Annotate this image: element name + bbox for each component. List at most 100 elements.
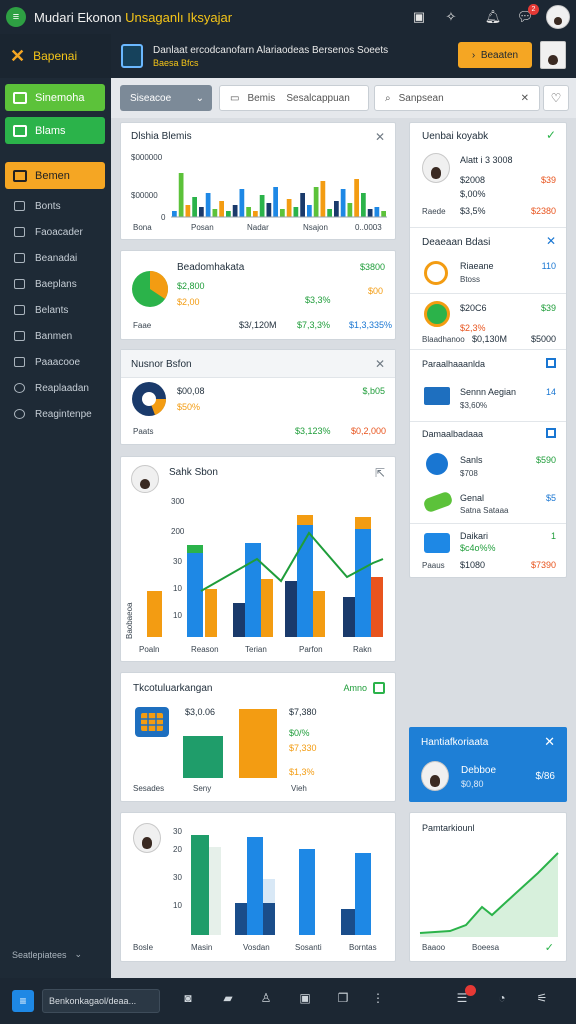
sidebar-button-secondary[interactable]: Blams [5, 117, 105, 144]
sidebar-item-5[interactable]: Banmen [0, 323, 111, 349]
sidebar-item-1[interactable]: Faoacader [0, 219, 111, 245]
close-icon[interactable]: ✕ [375, 130, 385, 144]
taskbar-search[interactable]: Benkonkagaol/deaa... [42, 989, 160, 1013]
value-pct1: $0/% [289, 728, 310, 738]
link-icon [14, 279, 25, 289]
card-bar-chart-1: Dlshia Blemis ✕ $000000 $00000 0 Bona Po… [120, 122, 396, 240]
card-title: Dlshia Blemis [131, 131, 192, 142]
x-label: Bona [133, 223, 152, 232]
card-icon [13, 124, 27, 137]
sidebar-item-2[interactable]: Beanadai [0, 245, 111, 271]
camera-icon[interactable]: ◙ [178, 988, 198, 1008]
value-top: $7,380 [289, 707, 317, 717]
filter-select[interactable]: Siseacoe ⌄ [120, 85, 212, 111]
share-icon[interactable]: ⇱ [375, 466, 385, 480]
settings-icon[interactable]: ⚟ [532, 988, 552, 1008]
sidebar-item-0[interactable]: Bonts [0, 193, 111, 219]
footer-label: Paaus [422, 561, 445, 570]
person-icon[interactable]: ♙ [256, 988, 276, 1008]
sidebar-item-8[interactable]: Reagintenpe [0, 401, 111, 427]
sparkle-icon[interactable]: ✧ [440, 6, 462, 28]
row-sub: Satna Sataaa [460, 506, 509, 515]
screen-icon[interactable]: ▣ [408, 6, 430, 28]
sidebar-item-4[interactable]: Belants [0, 297, 111, 323]
bar-mark [172, 211, 177, 217]
bar-mark [185, 205, 191, 217]
sidebar-footer[interactable]: Seatlepiatees ⌄ [12, 949, 82, 960]
bar-mark [307, 205, 312, 217]
header-avatar[interactable] [540, 41, 566, 69]
filter-input-date[interactable]: ▭ Bemis Sesalcappuan [219, 85, 369, 111]
user-avatar[interactable] [546, 5, 570, 29]
footer-value: $3/,120M [239, 320, 277, 330]
x-label: Seny [193, 784, 212, 793]
checkbox-icon[interactable] [373, 682, 385, 694]
footer-value: $1,3,335% [349, 320, 393, 330]
sidebar-item-6[interactable]: Paaacooe [0, 349, 111, 375]
sidebar-button-active[interactable]: Bemen [5, 162, 105, 189]
check-circle-icon[interactable]: ✓ [545, 941, 554, 954]
close-icon[interactable]: ✕ [544, 734, 555, 750]
card-pie-summary: Beadomhakata $3800 $2,800 $2,00 $3,3% $0… [120, 250, 396, 340]
card-title: Beadomhakata [177, 262, 245, 273]
footer-label: Paats [133, 427, 154, 436]
x-label: Sosanti [295, 943, 322, 952]
sidebar-item-7[interactable]: Reaplaadan [0, 375, 111, 401]
bar-mark [340, 189, 346, 217]
y-tick: $000000 [131, 153, 163, 162]
row-sub: $3,60% [460, 401, 488, 410]
sidebar-brand[interactable]: ✕ Bapenai [0, 34, 111, 78]
bar-mark [187, 545, 203, 553]
check-icon[interactable]: ✓ [546, 128, 556, 142]
inbox-icon[interactable]: ☰ [452, 985, 476, 1008]
message-icon[interactable]: ▰ [218, 988, 238, 1008]
bar-mark [183, 736, 223, 778]
popup-sub: $0,80 [461, 779, 484, 789]
card-area-chart: Pamtarkiounl Baaoo Boeesa ✓ [409, 812, 567, 962]
notification-popup[interactable]: Hantiafkoriaata ✕ Debboe $0,80 $/86 [409, 727, 567, 802]
x-label: 0..0003 [355, 223, 382, 232]
bell-icon[interactable]: 🔔︎ [482, 6, 504, 28]
sidebar-button-primary[interactable]: Sinemoha [5, 84, 105, 111]
bar-mark [297, 515, 313, 525]
heart-button[interactable]: ♡ [543, 85, 569, 111]
chat-icon[interactable]: ◔ [492, 988, 512, 1008]
sidebar-item-3[interactable]: Baeplans [0, 271, 111, 297]
x-label: Boeesa [472, 943, 500, 952]
start-button[interactable]: ≡ [12, 990, 34, 1012]
files-icon[interactable]: ❐ [333, 988, 353, 1008]
card-title: Sahk Sbon [169, 467, 218, 478]
clock-icon [424, 261, 448, 285]
header-cta-button[interactable]: › Beaaten [458, 42, 532, 68]
close-icon[interactable]: ✕ [546, 234, 556, 248]
x-label: Nsajon [303, 223, 328, 232]
bar-chart-6 [191, 835, 371, 935]
bar-mark [226, 211, 231, 217]
chat-icon[interactable]: 💬︎ 2 [514, 4, 539, 28]
area-fill [420, 853, 558, 937]
clear-icon[interactable]: ✕ [521, 93, 529, 104]
square-icon[interactable] [546, 358, 556, 368]
monitor-icon[interactable]: ▣ [295, 988, 315, 1008]
bar-mark [247, 837, 263, 935]
panel-title: Paraalhaaanlda [422, 359, 486, 369]
header-line2: Baesa Bfcs [153, 57, 199, 68]
row-value: $2008 [460, 175, 486, 185]
bar-mark [232, 205, 238, 217]
calendar-icon: ▭ [230, 92, 240, 104]
value-b: $2,00 [177, 297, 200, 307]
square-icon[interactable] [546, 428, 556, 438]
bar-mark [381, 211, 386, 217]
x-label: Reason [191, 645, 219, 654]
search-input[interactable]: ⌕ Sanpsean ✕ [374, 85, 540, 111]
bar-mark [320, 181, 326, 217]
pie-chart-icon [132, 270, 169, 307]
footer-value: $3,123% [295, 426, 331, 436]
bar-mark [246, 207, 251, 217]
close-icon[interactable]: ✕ [375, 357, 385, 371]
amount-value: $00,08 [177, 386, 205, 396]
card-title: Tkcotuluarkangan [133, 683, 213, 694]
taskbar: ≡ Benkonkagaol/deaa... [0, 978, 576, 1024]
bar-mark [374, 207, 380, 217]
bar-mark [263, 903, 275, 935]
